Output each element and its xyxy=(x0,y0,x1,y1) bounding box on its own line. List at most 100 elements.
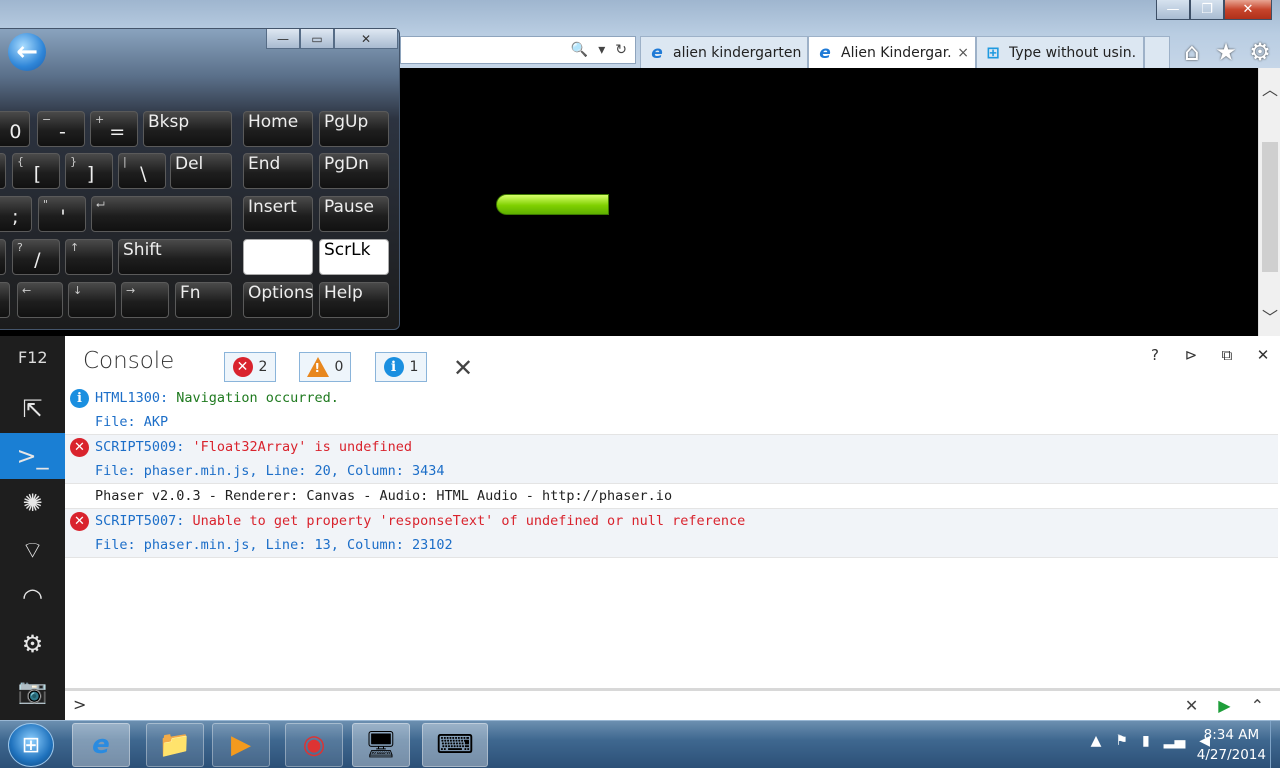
key-up-arrow[interactable]: ↑ xyxy=(65,239,113,275)
signal-icon[interactable]: ▂▄ xyxy=(1164,733,1186,749)
tab-alien-kindergarten[interactable]: e Alien Kindergar... × xyxy=(808,36,976,68)
clear-console-icon[interactable]: ✕ xyxy=(453,354,473,382)
health-bar xyxy=(496,194,609,215)
key-minus[interactable]: − - xyxy=(37,111,85,147)
console-message-error[interactable]: ✕ SCRIPT5009: 'Float32Array' is undefine… xyxy=(65,435,1278,484)
key-help[interactable]: Help xyxy=(319,282,389,318)
keyboard-maximize-button[interactable]: ▭ xyxy=(300,29,334,49)
key-backspace[interactable]: Bksp xyxy=(143,111,232,147)
close-devtools-icon[interactable]: ✕ xyxy=(1254,346,1272,364)
key-home[interactable]: Home xyxy=(243,111,313,147)
key-pause[interactable]: Pause xyxy=(319,196,389,232)
key-enter[interactable]: ⮠ xyxy=(91,196,232,232)
key-semicolon[interactable]: ; xyxy=(0,196,32,232)
performance-icon[interactable]: ◠ xyxy=(0,574,65,620)
key-down-arrow[interactable]: ↓ xyxy=(68,282,116,318)
tab-label: Type without usin... xyxy=(1009,44,1137,61)
action-center-icon[interactable]: ⚑ xyxy=(1115,733,1128,749)
minimize-button[interactable]: — xyxy=(1156,0,1190,20)
refresh-icon[interactable]: ↻ xyxy=(615,42,627,58)
keyboard-close-button[interactable]: ✕ xyxy=(334,29,398,49)
page-scrollbar[interactable]: ︿ ﹀ xyxy=(1258,68,1280,336)
key-end[interactable]: End xyxy=(243,153,313,189)
key-partial[interactable] xyxy=(0,282,10,318)
close-button[interactable]: ✕ xyxy=(1224,0,1272,20)
key-insert[interactable]: Insert xyxy=(243,196,313,232)
restore-button[interactable]: ❐ xyxy=(1190,0,1224,20)
key-equals[interactable]: + = xyxy=(90,111,138,147)
clear-input-icon[interactable]: ✕ xyxy=(1185,696,1198,715)
settings-icon[interactable]: ⚙ xyxy=(1248,38,1272,66)
address-bar[interactable]: 🔍 ▾ ↻ xyxy=(400,36,636,64)
ie-icon: e xyxy=(819,42,831,63)
message-source[interactable]: File: phaser.min.js, Line: 20, Column: 3… xyxy=(95,459,1278,483)
show-hidden-icons[interactable]: ▲ xyxy=(1091,733,1102,749)
scrollbar-thumb[interactable] xyxy=(1262,142,1278,272)
key-left-bracket[interactable]: {[ xyxy=(12,153,60,189)
close-tab-icon[interactable]: × xyxy=(957,45,969,61)
key-slash[interactable]: ? / xyxy=(12,239,60,275)
search-icon[interactable]: 🔍 xyxy=(571,42,588,58)
debugger-icon[interactable]: ✺ xyxy=(0,480,65,526)
key-blank[interactable] xyxy=(243,239,313,275)
keyboard-minimize-button[interactable]: — xyxy=(266,29,300,49)
windows-icon: ⊞ xyxy=(986,43,1000,62)
key-fn[interactable]: Fn xyxy=(175,282,232,318)
network-icon[interactable]: ⌔ xyxy=(0,527,65,573)
clock[interactable]: 8:34 AM 4/27/2014 xyxy=(1197,725,1266,765)
battery-icon[interactable]: ▮ xyxy=(1142,733,1150,749)
key-options[interactable]: Options xyxy=(243,282,314,318)
console-message-info[interactable]: i HTML1300: Navigation occurred. File: A… xyxy=(65,386,1278,435)
taskbar-internet-explorer[interactable]: e xyxy=(72,723,130,767)
back-arrow-icon[interactable]: ← xyxy=(8,33,46,71)
taskbar-on-screen-keyboard[interactable]: ⌨ xyxy=(422,723,488,767)
key-right-bracket[interactable]: }] xyxy=(65,153,113,189)
key-scrlk[interactable]: ScrLk xyxy=(319,239,389,275)
undock-icon[interactable]: ⧉ xyxy=(1218,346,1236,364)
tab-alien-kindergarten-search[interactable]: e alien kindergarten ... xyxy=(640,36,808,68)
key-right-arrow[interactable]: → xyxy=(121,282,169,318)
key-partial[interactable] xyxy=(0,239,6,275)
tab-type-without-using[interactable]: ⊞ Type without usin... xyxy=(976,36,1144,68)
scroll-down-icon[interactable]: ﹀ xyxy=(1259,304,1280,328)
show-desktop-button[interactable] xyxy=(1270,721,1280,768)
info-filter[interactable]: i 1 xyxy=(375,352,427,382)
favorites-icon[interactable]: ★ xyxy=(1214,38,1238,66)
key-partial[interactable] xyxy=(0,153,6,189)
console-toggle-icon[interactable]: ⊳ xyxy=(1182,346,1200,364)
expand-input-icon[interactable]: ⌃ xyxy=(1251,696,1264,715)
run-icon[interactable]: ▶ xyxy=(1218,696,1230,715)
key-backslash[interactable]: | \ xyxy=(118,153,166,189)
chevron-down-icon[interactable]: ▾ xyxy=(598,42,605,58)
taskbar: ⊞ e 📁 ▶ ◉ 🖥 ⌨ ▲ ⚑ ▮ ▂▄ ◀ 8:34 AM 4/27/20… xyxy=(0,720,1280,768)
start-button[interactable]: ⊞ xyxy=(8,723,54,767)
console-message-log[interactable]: Phaser v2.0.3 - Renderer: Canvas - Audio… xyxy=(65,484,1278,509)
console-input[interactable]: > ✕ ▶ ⌃ xyxy=(65,688,1280,720)
devtools-sidebar: F12 ⇱ >_ ✺ ⌔ ◠ ⚙ 📷 xyxy=(0,336,65,720)
emulation-icon[interactable]: 📷 xyxy=(0,668,65,714)
memory-icon[interactable]: ⚙ xyxy=(0,621,65,667)
taskbar-chrome[interactable]: ◉ xyxy=(285,723,343,767)
key-quote[interactable]: " ' xyxy=(38,196,86,232)
key-pgup[interactable]: PgUp xyxy=(319,111,389,147)
key-delete[interactable]: Del xyxy=(170,153,232,189)
warnings-filter[interactable]: ! 0 xyxy=(299,352,351,382)
key-left-arrow[interactable]: ← xyxy=(17,282,63,318)
console-icon[interactable]: >_ xyxy=(0,433,65,479)
home-icon[interactable]: ⌂ xyxy=(1180,38,1204,66)
message-source[interactable]: File: phaser.min.js, Line: 13, Column: 2… xyxy=(95,533,1278,557)
console-message-error[interactable]: ✕ SCRIPT5007: Unable to get property 're… xyxy=(65,509,1278,558)
taskbar-control-panel[interactable]: 🖥 xyxy=(352,723,410,767)
errors-filter[interactable]: ✕ 2 xyxy=(224,352,276,382)
new-tab-button[interactable] xyxy=(1144,36,1170,68)
taskbar-file-explorer[interactable]: 📁 xyxy=(146,723,204,767)
dom-explorer-icon[interactable]: ⇱ xyxy=(0,386,65,432)
taskbar-media-player[interactable]: ▶ xyxy=(212,723,270,767)
key-0[interactable]: 0 xyxy=(0,111,30,147)
key-pgdn[interactable]: PgDn xyxy=(319,153,389,189)
scroll-up-icon[interactable]: ︿ xyxy=(1259,76,1280,100)
key-shift[interactable]: Shift xyxy=(118,239,232,275)
message-source[interactable]: File: AKP xyxy=(95,410,1278,434)
error-icon: ✕ xyxy=(70,438,89,457)
help-icon[interactable]: ? xyxy=(1146,346,1164,364)
